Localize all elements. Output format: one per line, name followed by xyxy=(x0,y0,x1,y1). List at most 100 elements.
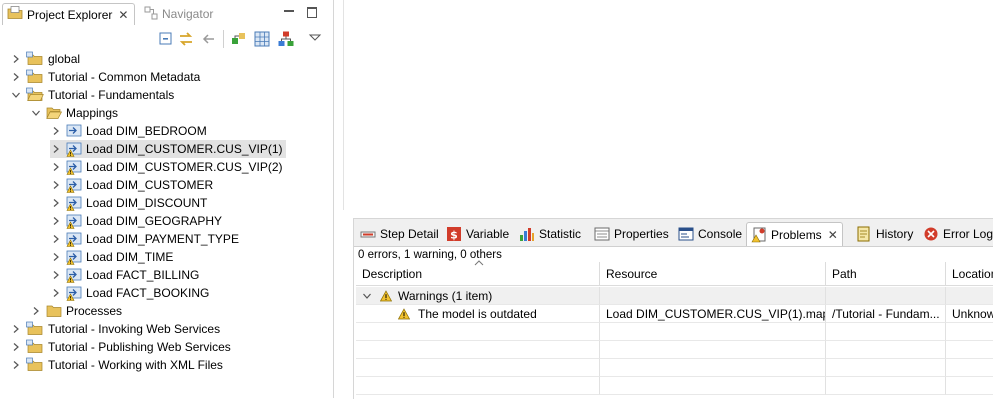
table-cell[interactable]: /Tutorial - Fundam... xyxy=(826,305,946,323)
chevron-right-icon[interactable] xyxy=(10,71,22,83)
tree-item-mapping[interactable]: Load DIM_CUSTOMER xyxy=(50,176,216,194)
table-cell[interactable]: Load DIM_CUSTOMER.CUS_VIP(1).map xyxy=(600,305,826,323)
mapping-warning-icon xyxy=(66,231,82,247)
new-connection-icon[interactable] xyxy=(230,30,248,48)
view-menu-icon[interactable] xyxy=(306,30,324,48)
chevron-right-icon[interactable] xyxy=(50,161,62,173)
tree-item-project[interactable]: Tutorial - Working with XML Files xyxy=(10,356,226,374)
column-header[interactable]: Description xyxy=(356,260,600,286)
minimize-button[interactable] xyxy=(282,5,296,19)
chevron-right-icon[interactable] xyxy=(50,233,62,245)
chevron-right-icon[interactable] xyxy=(50,251,62,263)
tree-item-mapping[interactable]: Load DIM_CUSTOMER.CUS_VIP(1) xyxy=(50,140,286,158)
chevron-right-icon[interactable] xyxy=(50,179,62,191)
close-icon[interactable]: ✕ xyxy=(828,228,838,242)
empty-cell xyxy=(356,359,600,377)
chevron-down-icon[interactable] xyxy=(362,291,374,301)
chevron-right-icon[interactable] xyxy=(10,53,22,65)
chevron-right-icon[interactable] xyxy=(50,143,62,155)
tab-label: Error Log xyxy=(943,227,993,241)
project-folder-icon xyxy=(26,321,44,337)
tree-item-folder[interactable]: Mappings xyxy=(30,104,121,122)
bottom-tabs: Step Detail $ Variable Statistic Properties C… xyxy=(354,219,993,247)
chevron-down-icon[interactable] xyxy=(30,107,42,119)
empty-cell xyxy=(356,323,600,341)
tree-item-mapping[interactable]: Load FACT_BILLING xyxy=(50,266,202,284)
hierarchy-icon[interactable] xyxy=(277,30,295,48)
column-header[interactable]: Resource xyxy=(600,262,826,286)
chevron-down-icon[interactable] xyxy=(10,89,22,101)
tree-item-mapping[interactable]: Load DIM_CUSTOMER.CUS_VIP(2) xyxy=(50,158,286,176)
tab-variable[interactable]: $ Variable xyxy=(446,222,509,246)
column-header-label: Resource xyxy=(606,266,658,281)
tab-project-explorer[interactable]: Project Explorer ✕ xyxy=(2,3,135,25)
project-folder-icon xyxy=(26,357,44,373)
tree-item-label: Mappings xyxy=(66,106,119,120)
tree-item-mapping[interactable]: Load FACT_BOOKING xyxy=(50,284,212,302)
link-with-editor-icon[interactable] xyxy=(177,30,195,48)
table-cell[interactable]: Unknow xyxy=(946,305,993,323)
tree-item-project[interactable]: Tutorial - Common Metadata xyxy=(10,68,203,86)
mapping-warning-icon xyxy=(66,141,82,157)
mapping-warning-icon xyxy=(66,267,82,283)
mapping-warning-icon xyxy=(66,285,82,301)
tab-history[interactable]: History xyxy=(856,222,913,246)
tree-item-label: Load DIM_CUSTOMER xyxy=(86,178,214,192)
tree-item-project[interactable]: Tutorial - Fundamentals xyxy=(10,86,177,104)
variable-icon: $ xyxy=(446,226,462,242)
table-cell[interactable]: The model is outdated xyxy=(356,305,600,323)
project-folder-icon xyxy=(26,87,44,103)
chevron-right-icon[interactable] xyxy=(50,215,62,227)
chevron-right-icon[interactable] xyxy=(30,305,42,317)
tree-item-label: Processes xyxy=(66,304,123,318)
tree-item-mapping[interactable]: Load DIM_DISCOUNT xyxy=(50,194,210,212)
tab-console[interactable]: Console xyxy=(678,222,742,246)
chevron-right-icon[interactable] xyxy=(50,269,62,281)
tree-item-folder[interactable]: Processes xyxy=(30,302,125,320)
table-cell xyxy=(946,287,993,305)
chevron-right-icon[interactable] xyxy=(50,197,62,209)
back-arrow-icon[interactable] xyxy=(200,30,218,48)
editor-area[interactable] xyxy=(343,0,993,210)
tab-error-log[interactable]: Error Log xyxy=(923,222,993,246)
empty-cell xyxy=(356,377,600,395)
tab-label: History xyxy=(876,227,914,241)
collapse-all-icon[interactable] xyxy=(157,30,175,48)
tree-item-mapping[interactable]: Load DIM_PAYMENT_TYPE xyxy=(50,230,242,248)
view-tabs: Project Explorer ✕ Navigator xyxy=(0,0,333,26)
svg-text:$: $ xyxy=(450,229,458,242)
tab-problems[interactable]: Problems ✕ xyxy=(746,222,843,246)
grid-view-icon[interactable] xyxy=(253,30,271,48)
tab-statistic[interactable]: Statistic xyxy=(519,222,581,246)
tab-step-detail[interactable]: Step Detail xyxy=(360,222,439,246)
tab-properties[interactable]: Properties xyxy=(594,222,669,246)
tree-item-label: Load DIM_BEDROOM xyxy=(86,124,207,138)
tree-item-mapping[interactable]: Load DIM_TIME xyxy=(50,248,176,266)
chevron-right-icon[interactable] xyxy=(10,359,22,371)
problems-group-row[interactable]: Warnings (1 item) xyxy=(356,287,600,305)
maximize-button[interactable] xyxy=(305,5,319,19)
mapping-warning-icon xyxy=(66,177,82,193)
tab-navigator-label: Navigator xyxy=(162,7,214,21)
empty-cell xyxy=(600,323,826,341)
tree-item-project[interactable]: Tutorial - Invoking Web Services xyxy=(10,320,223,338)
chevron-right-icon[interactable] xyxy=(10,323,22,335)
tree-item-mapping[interactable]: Load DIM_BEDROOM xyxy=(50,122,210,140)
chevron-right-icon[interactable] xyxy=(50,125,62,137)
tree-item-project[interactable]: global xyxy=(10,50,83,68)
tree-item-project[interactable]: Tutorial - Publishing Web Services xyxy=(10,338,234,356)
chevron-right-icon[interactable] xyxy=(50,287,62,299)
tree-item-label: Tutorial - Common Metadata xyxy=(48,70,201,84)
column-header[interactable]: Path xyxy=(826,262,946,286)
tab-navigator[interactable]: Navigator xyxy=(140,3,240,25)
tree-item-label: Load DIM_DISCOUNT xyxy=(86,196,208,210)
tree-item-label: Load DIM_CUSTOMER.CUS_VIP(2) xyxy=(86,160,283,174)
chevron-right-icon[interactable] xyxy=(10,341,22,353)
tree-item-mapping[interactable]: Load DIM_GEOGRAPHY xyxy=(50,212,225,230)
column-header-label: Description xyxy=(362,266,423,281)
column-header[interactable]: Location xyxy=(946,262,993,286)
mapping-warning-icon xyxy=(66,159,82,175)
column-header-label: Path xyxy=(832,266,857,281)
project-explorer-panel: Project Explorer ✕ Navigator global Tuto… xyxy=(0,0,334,398)
close-icon[interactable]: ✕ xyxy=(118,8,128,22)
